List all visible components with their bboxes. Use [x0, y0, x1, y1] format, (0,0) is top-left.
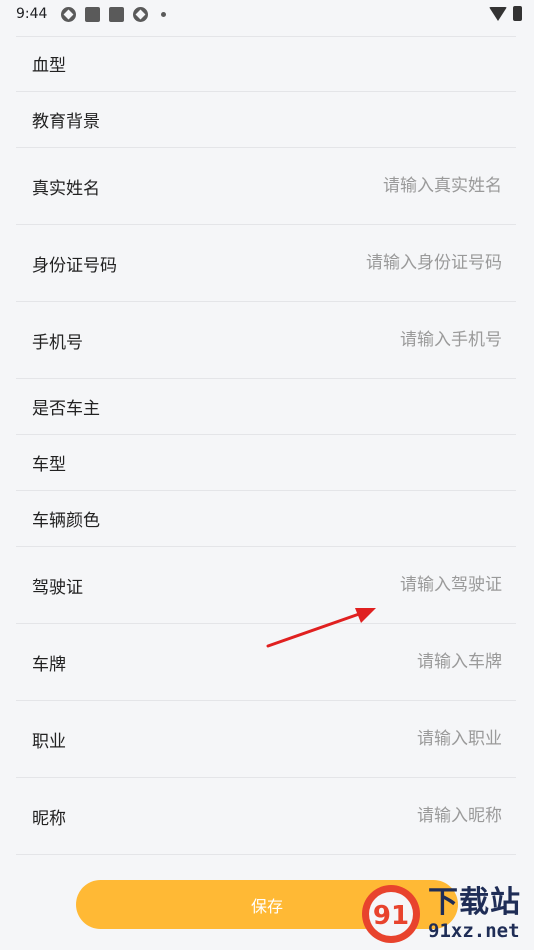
- app-circle-icon: [133, 6, 149, 22]
- row-label: 手机号: [32, 332, 83, 353]
- plate-input[interactable]: [242, 652, 502, 672]
- row-real-name: 真实姓名: [16, 148, 516, 225]
- row-label: 车型: [32, 455, 66, 475]
- status-right: [489, 6, 522, 21]
- row-label: 车辆颜色: [32, 511, 100, 531]
- row-label: 职业: [32, 731, 66, 752]
- status-time: 9:44: [16, 6, 48, 22]
- watermark-logo-icon: 91: [360, 883, 422, 945]
- row-occupation: 职业: [16, 701, 516, 778]
- occupation-input[interactable]: [242, 729, 502, 749]
- app-square-icon: [85, 6, 101, 22]
- row-car-model[interactable]: 车型: [16, 435, 516, 491]
- annotation-arrow-icon: [266, 608, 376, 648]
- row-label: 是否车主: [32, 399, 100, 419]
- driver-license-input[interactable]: [242, 575, 502, 595]
- id-number-input[interactable]: [242, 253, 502, 273]
- app-circle-icon: [61, 6, 77, 22]
- row-label: 真实姓名: [32, 178, 100, 199]
- profile-form: 血型 教育背景 真实姓名 身份证号码 手机号 是否车主 车型 车辆颜色 驾驶证 …: [16, 36, 516, 855]
- row-label: 车牌: [32, 654, 66, 675]
- row-label: 昵称: [32, 808, 66, 829]
- row-label: 驾驶证: [32, 577, 83, 598]
- row-id-number: 身份证号码: [16, 225, 516, 302]
- row-nickname: 昵称: [16, 778, 516, 855]
- watermark-cn: 下载站: [428, 884, 521, 920]
- phone-input[interactable]: [242, 330, 502, 350]
- real-name-input[interactable]: [242, 176, 502, 196]
- watermark: 91 下载站 91xz.net: [360, 880, 530, 948]
- row-education[interactable]: 教育背景: [16, 92, 516, 148]
- watermark-logo-text: 91: [373, 901, 409, 931]
- row-car-color[interactable]: 车辆颜色: [16, 491, 516, 547]
- nickname-input[interactable]: [242, 806, 502, 826]
- row-label: 教育背景: [32, 112, 100, 132]
- row-label: 身份证号码: [32, 255, 117, 276]
- wifi-icon: [489, 6, 507, 21]
- watermark-text: 下载站 91xz.net: [428, 884, 521, 942]
- app-square-icon: [109, 6, 125, 22]
- row-car-owner[interactable]: 是否车主: [16, 379, 516, 435]
- row-label: 血型: [32, 56, 66, 76]
- dot-icon: [161, 11, 167, 17]
- row-phone: 手机号: [16, 302, 516, 379]
- watermark-en: 91xz.net: [428, 919, 520, 942]
- battery-icon: [513, 6, 522, 21]
- status-bar: 9:44: [0, 0, 534, 28]
- row-blood-type[interactable]: 血型: [16, 36, 516, 92]
